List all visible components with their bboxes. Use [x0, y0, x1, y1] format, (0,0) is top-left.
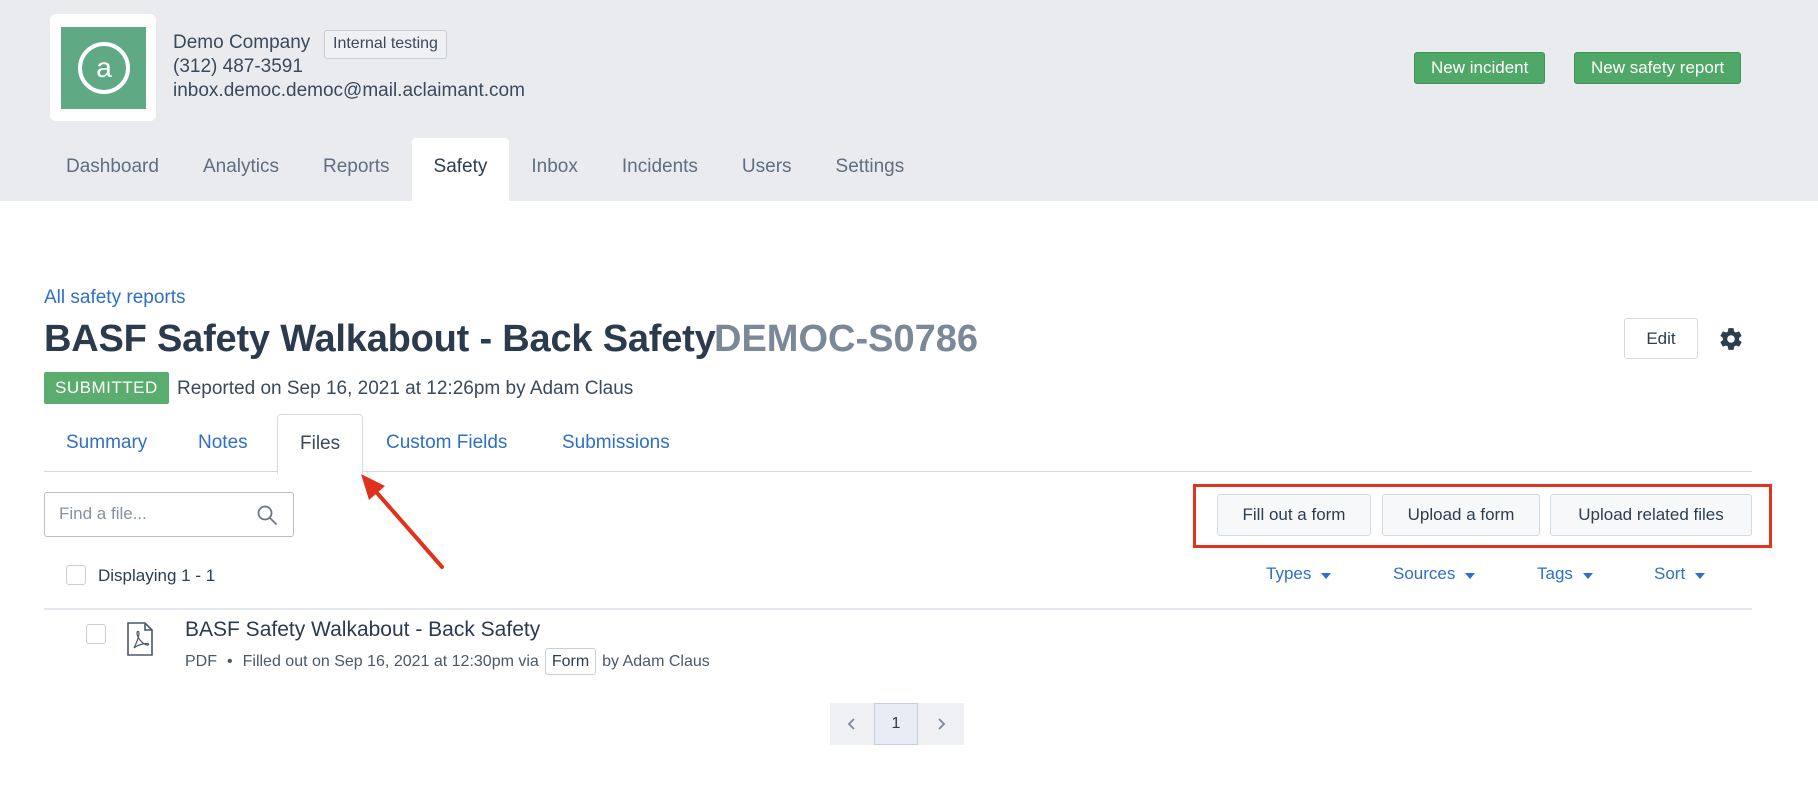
pagination-next[interactable]: [918, 703, 964, 745]
pagination: 1: [830, 703, 964, 745]
file-type: PDF: [185, 652, 217, 670]
file-by-text: by Adam Claus: [602, 652, 710, 670]
pagination-page-1[interactable]: 1: [874, 703, 918, 745]
main-nav: Dashboard Analytics Reports Safety Inbox…: [44, 138, 926, 201]
types-filter[interactable]: Types: [1266, 564, 1332, 584]
nav-item-incidents[interactable]: Incidents: [600, 138, 720, 201]
caret-down-icon: [1321, 572, 1332, 579]
file-row-checkbox[interactable]: [86, 624, 106, 644]
app-header: a Demo Company Internal testing (312) 48…: [0, 0, 1818, 201]
internal-testing-badge: Internal testing: [324, 30, 447, 59]
sources-filter-label: Sources: [1393, 564, 1456, 583]
company-name: Demo Company: [173, 32, 311, 53]
logo-mark: a: [61, 27, 146, 109]
file-title-link[interactable]: BASF Safety Walkabout - Back Safety: [185, 618, 540, 642]
sort-filter-label: Sort: [1654, 564, 1686, 583]
sort-filter[interactable]: Sort: [1654, 564, 1706, 584]
displaying-count: Displaying 1 - 1: [98, 566, 216, 585]
tab-notes[interactable]: Notes: [176, 414, 270, 472]
company-phone: (312) 487-3591: [173, 56, 303, 77]
file-search: [44, 492, 294, 537]
upload-form-button[interactable]: Upload a form: [1382, 494, 1540, 536]
tab-files[interactable]: Files: [277, 414, 364, 474]
tags-filter[interactable]: Tags: [1537, 564, 1593, 584]
chevron-left-icon: [847, 718, 855, 730]
form-source-badge: Form: [544, 648, 597, 675]
chevron-right-icon: [938, 718, 946, 730]
file-search-input[interactable]: [59, 493, 249, 535]
gear-icon[interactable]: [1718, 326, 1744, 352]
pdf-file-icon: [127, 622, 153, 656]
nav-item-users[interactable]: Users: [720, 138, 814, 201]
list-divider: [44, 608, 1752, 610]
company-logo: a: [50, 14, 156, 121]
file-filled-text: Filled out on Sep 16, 2021 at 12:30pm vi…: [242, 652, 539, 670]
company-email: inbox.democ.democ@mail.aclaimant.com: [173, 80, 525, 101]
nav-item-settings[interactable]: Settings: [814, 138, 927, 201]
types-filter-label: Types: [1266, 564, 1312, 583]
nav-item-dashboard[interactable]: Dashboard: [44, 138, 181, 201]
upload-related-files-button[interactable]: Upload related files: [1550, 494, 1752, 536]
tab-summary[interactable]: Summary: [44, 414, 169, 472]
edit-button[interactable]: Edit: [1624, 318, 1698, 359]
caret-down-icon: [1582, 572, 1593, 579]
new-safety-report-button[interactable]: New safety report: [1574, 52, 1742, 84]
nav-item-reports[interactable]: Reports: [301, 138, 412, 201]
annotation-arrow-icon: [361, 474, 444, 569]
nav-item-inbox[interactable]: Inbox: [509, 138, 599, 201]
new-incident-button[interactable]: New incident: [1414, 52, 1546, 84]
tab-submissions[interactable]: Submissions: [540, 414, 692, 472]
tab-custom-fields[interactable]: Custom Fields: [364, 414, 529, 472]
nav-item-analytics[interactable]: Analytics: [181, 138, 301, 201]
report-id: DEMOC-S0786: [714, 318, 978, 360]
at-logo-icon: a: [77, 42, 130, 94]
reported-info: Reported on Sep 16, 2021 at 12:26pm by A…: [177, 378, 634, 399]
tags-filter-label: Tags: [1537, 564, 1573, 583]
select-all-checkbox[interactable]: [66, 565, 86, 585]
caret-down-icon: [1695, 572, 1706, 579]
breadcrumb-all-safety-reports[interactable]: All safety reports: [44, 287, 186, 309]
meta-separator: •: [227, 652, 233, 670]
page-title: BASF Safety Walkabout - Back Safety: [44, 318, 716, 360]
caret-down-icon: [1465, 572, 1476, 579]
file-meta: PDF • Filled out on Sep 16, 2021 at 12:3…: [185, 648, 710, 675]
nav-item-safety[interactable]: Safety: [411, 138, 510, 201]
status-badge: SUBMITTED: [44, 372, 169, 404]
fill-out-form-button[interactable]: Fill out a form: [1217, 494, 1371, 536]
sources-filter[interactable]: Sources: [1393, 564, 1476, 584]
search-icon[interactable]: [255, 503, 279, 527]
pagination-prev[interactable]: [830, 703, 874, 745]
report-tabs: Summary Notes Files Custom Fields Submis…: [44, 414, 1752, 474]
svg-text:a: a: [96, 52, 112, 83]
